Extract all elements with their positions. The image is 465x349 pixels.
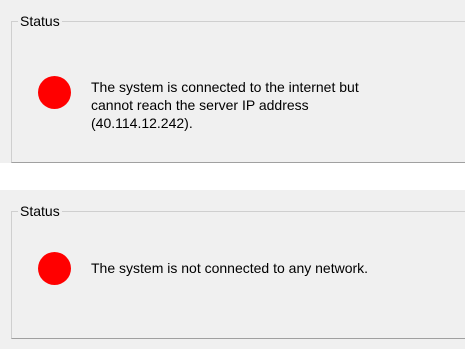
red-status-indicator-icon bbox=[38, 252, 71, 285]
status-panel-network: Status The system is not connected to an… bbox=[0, 190, 465, 349]
red-status-indicator-icon bbox=[38, 76, 71, 109]
status-panel-internet: Status The system is connected to the in… bbox=[0, 0, 465, 163]
status-groupbox-legend: Status bbox=[18, 202, 62, 220]
status-groupbox: Status The system is connected to the in… bbox=[11, 12, 465, 163]
status-groupbox-legend: Status bbox=[18, 12, 62, 30]
status-message: The system is connected to the internet … bbox=[91, 79, 359, 131]
status-groupbox: Status The system is not connected to an… bbox=[11, 202, 465, 339]
status-message: The system is not connected to any netwo… bbox=[91, 260, 369, 276]
